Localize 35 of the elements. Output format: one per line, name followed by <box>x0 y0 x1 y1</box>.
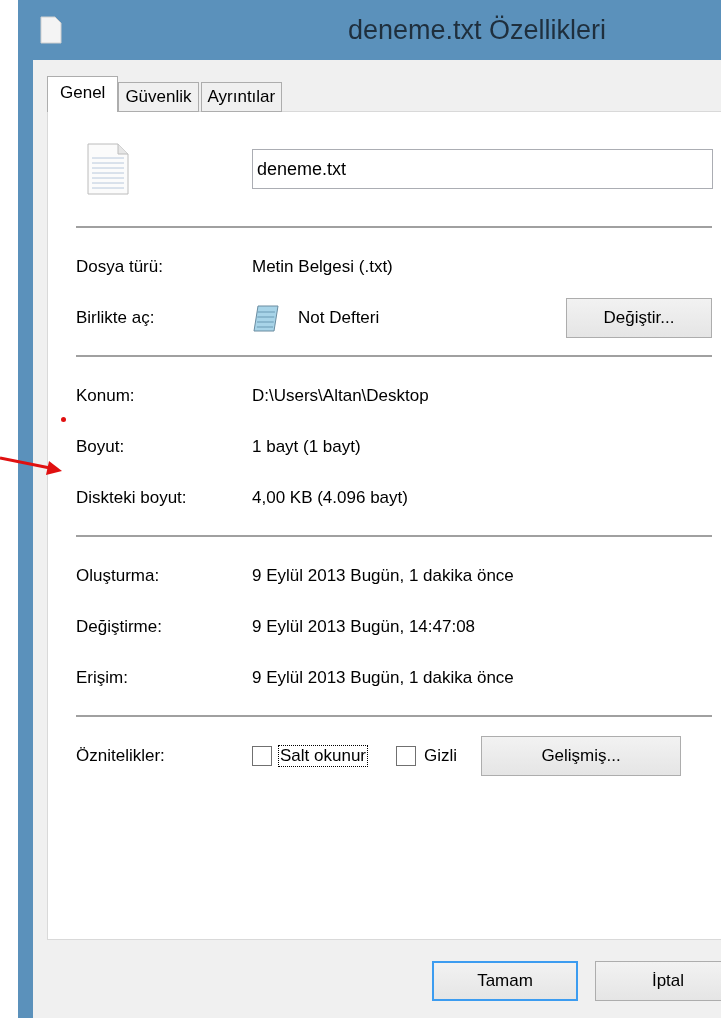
property-value: 1 bayt (1 bayt) <box>252 436 361 457</box>
property-label: Boyut: <box>76 436 126 457</box>
property-label: Birlikte aç: <box>76 307 156 328</box>
property-label: Oluşturma: <box>76 565 161 586</box>
property-label: Diskteki boyut: <box>76 487 188 508</box>
dialog-button[interactable]: Tamam <box>432 961 578 1001</box>
property-label: Dosya türü: <box>76 256 164 277</box>
notepad-icon <box>252 302 282 333</box>
checkbox[interactable] <box>252 745 272 766</box>
tab[interactable]: Genel <box>47 76 119 112</box>
text-file-icon <box>86 142 130 196</box>
attributes-label: Öznitelikler: <box>76 745 166 766</box>
property-value: 9 Eylül 2013 Bugün, 1 dakika önce <box>252 667 514 688</box>
dialog-button[interactable]: İptal <box>595 961 721 1001</box>
property-label: Erişim: <box>76 667 129 688</box>
property-value: D:\Users\Altan\Desktop <box>252 385 429 406</box>
property-value: 9 Eylül 2013 Bugün, 14:47:08 <box>252 616 476 637</box>
annotation-dot <box>61 417 66 422</box>
tab[interactable]: Ayrıntılar <box>200 82 283 112</box>
window-title: deneme.txt Özellikleri <box>348 14 607 46</box>
property-value: 4,00 KB (4.096 bayt) <box>252 487 408 508</box>
checkbox-label[interactable]: Salt okunur <box>278 744 368 767</box>
property-label: Değiştirme: <box>76 616 163 637</box>
checkbox-label[interactable]: Gizli <box>422 744 460 767</box>
property-value: Not Defteri <box>298 307 380 328</box>
advanced-button[interactable]: Gelişmiş... <box>481 735 682 776</box>
file-name-field[interactable]: deneme.txt <box>252 149 713 189</box>
checkbox[interactable] <box>396 745 416 766</box>
change-button[interactable]: Değiştir... <box>566 297 712 338</box>
property-value: Metin Belgesi (.txt) <box>252 256 393 277</box>
document-icon <box>40 16 62 44</box>
property-value: 9 Eylül 2013 Bugün, 1 dakika önce <box>252 565 514 586</box>
tab[interactable]: Güvenlik <box>118 82 199 112</box>
annotation-arrow <box>0 455 64 477</box>
property-label: Konum: <box>76 385 136 406</box>
